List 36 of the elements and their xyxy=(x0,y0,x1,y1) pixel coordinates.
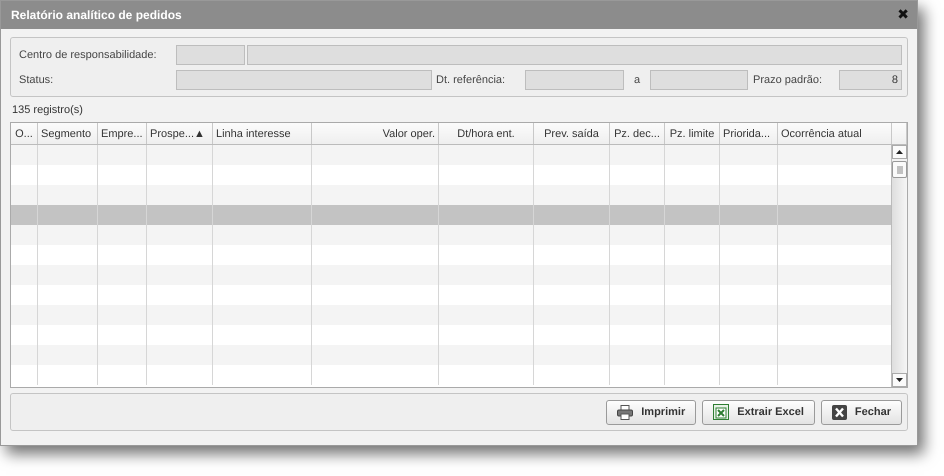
printer-icon xyxy=(617,404,634,420)
column-header[interactable]: O... xyxy=(11,123,38,144)
close-icon xyxy=(832,404,847,420)
field-label: Status: xyxy=(19,74,54,86)
column-header[interactable]: Linha interesse xyxy=(213,123,312,144)
close-button[interactable]: ✖ xyxy=(897,8,909,22)
column-header[interactable]: Dt/hora ent. xyxy=(439,123,534,144)
scroll-up-icon[interactable] xyxy=(892,145,907,159)
column-header[interactable]: Prev. saída xyxy=(534,123,610,144)
close-button[interactable]: Fechar xyxy=(820,400,902,424)
input-field[interactable] xyxy=(176,70,432,90)
input-field[interactable]: 8 xyxy=(839,70,902,90)
date-field[interactable] xyxy=(525,70,624,90)
column-header[interactable]: Valor oper. xyxy=(312,123,439,144)
input-field[interactable] xyxy=(176,45,245,65)
excel-button[interactable]: Extrair Excel xyxy=(702,400,815,424)
column-header[interactable]: Pz. limite xyxy=(665,123,720,144)
field-label: Dt. referência: xyxy=(436,74,506,86)
print-button[interactable]: Imprimir xyxy=(606,400,696,424)
scroll-thumb[interactable] xyxy=(892,161,907,178)
scrollbar[interactable] xyxy=(891,145,907,387)
column-header[interactable]: Pz. dec... xyxy=(610,123,665,144)
field-label: Centro de responsabilidade: xyxy=(19,49,158,61)
column-header[interactable]: Segmento xyxy=(38,123,98,144)
input-field[interactable] xyxy=(247,45,902,65)
record-count: 135 registro(s) xyxy=(12,104,83,116)
field-label: Prazo padrão: xyxy=(753,74,824,86)
range-separator: a xyxy=(632,74,642,86)
column-header[interactable]: Ocorrência atual xyxy=(778,123,892,144)
date-field[interactable] xyxy=(650,70,748,90)
spreadsheet-icon xyxy=(713,404,730,420)
column-header[interactable]: Empre... xyxy=(98,123,147,144)
column-header[interactable]: Prospe...▲ xyxy=(147,123,213,144)
scroll-down-icon[interactable] xyxy=(892,373,907,387)
window-title: Relatório analítico de pedidos xyxy=(11,8,182,22)
column-header[interactable]: Priorida... xyxy=(720,123,778,144)
